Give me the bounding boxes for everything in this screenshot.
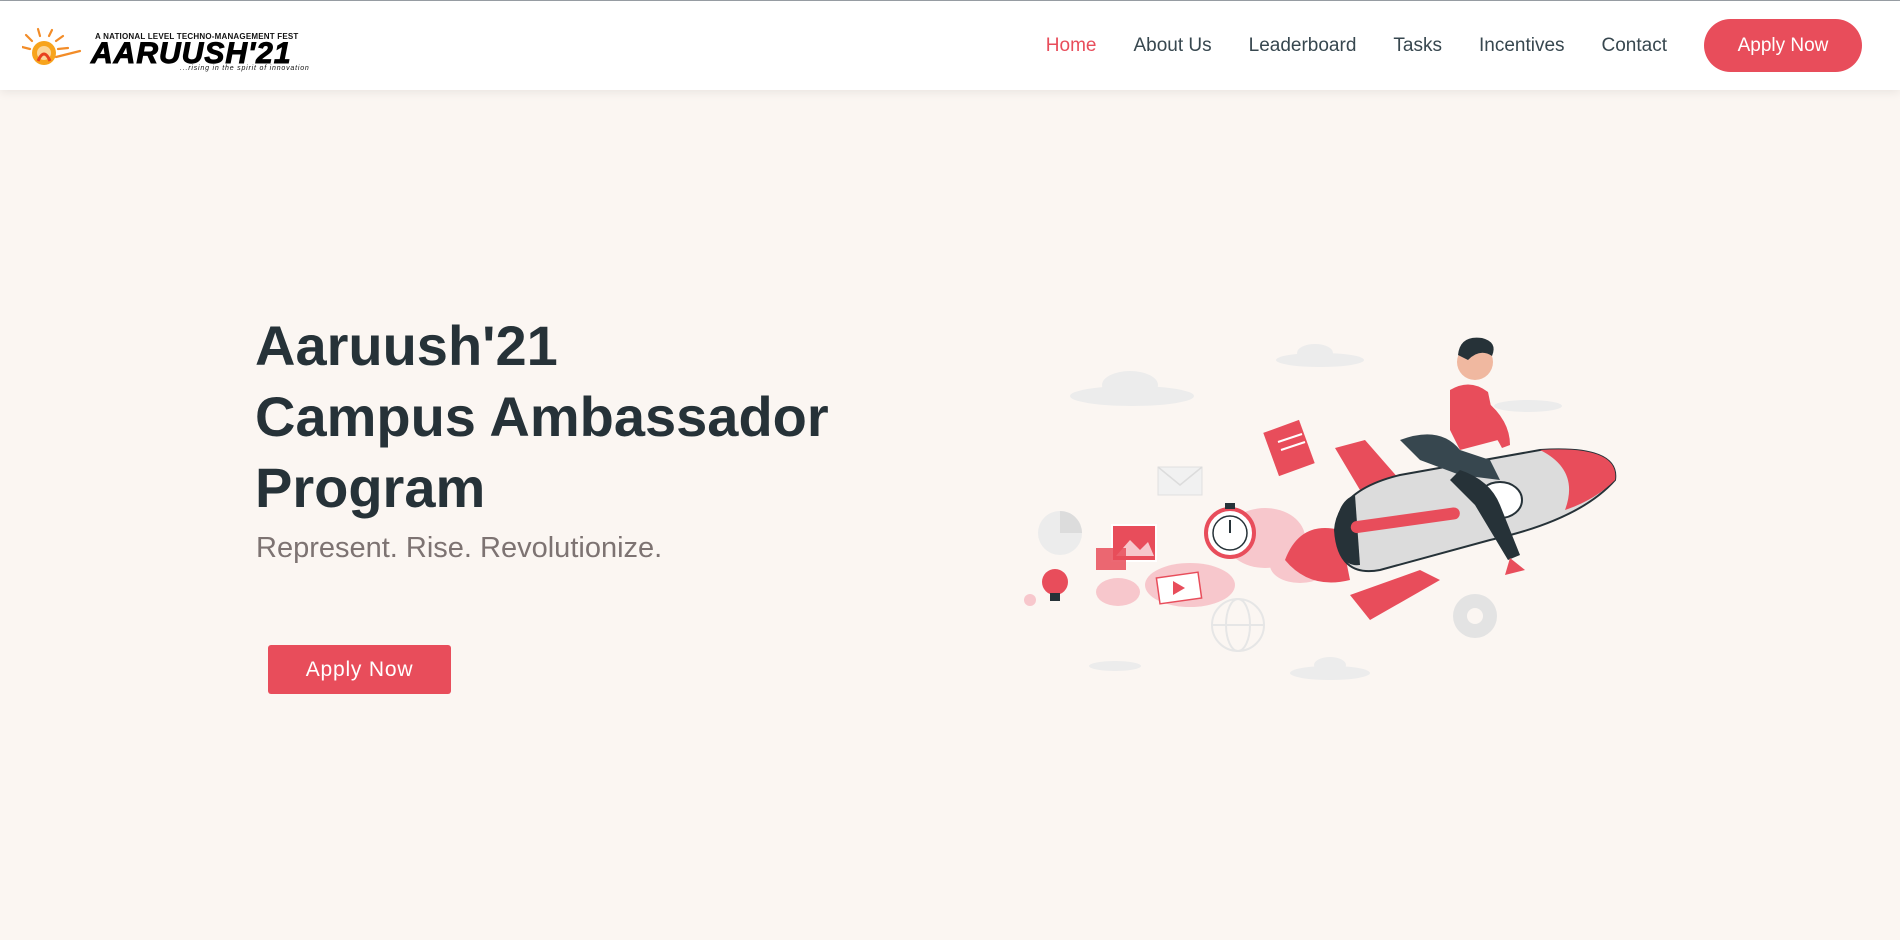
globe-icon xyxy=(1211,598,1265,652)
sun-logo-icon xyxy=(22,27,82,65)
image-icon xyxy=(1096,524,1157,570)
hero-title-line-1: Aaruush'21 xyxy=(255,314,558,377)
nav-about-us[interactable]: About Us xyxy=(1133,35,1211,57)
hero-title-line-2: Campus Ambassador xyxy=(255,385,829,448)
hero-title: Aaruush'21 Campus Ambassador Program xyxy=(255,310,829,523)
rocket-fin-icon xyxy=(1350,570,1440,620)
gear-icon xyxy=(1453,594,1497,638)
rocket-rider-illustration xyxy=(1024,337,1617,680)
site-header: A NATIONAL LEVEL TECHNO-MANAGEMENT FEST … xyxy=(0,1,1900,90)
pie-chart-icon xyxy=(1038,511,1082,555)
play-video-icon xyxy=(1155,571,1203,605)
hero-title-line-3: Program xyxy=(255,456,486,519)
header-apply-now-button[interactable]: Apply Now xyxy=(1704,19,1862,72)
main-nav: Home About Us Leaderboard Tasks Incentiv… xyxy=(1046,1,1900,90)
stopwatch-icon xyxy=(1204,503,1256,559)
nav-home[interactable]: Home xyxy=(1046,35,1097,57)
lightbulb-icon xyxy=(1042,569,1068,601)
hero-subtitle: Represent. Rise. Revolutionize. xyxy=(256,532,663,564)
document-icon xyxy=(1263,419,1315,477)
envelope-icon xyxy=(1157,466,1203,496)
nav-leaderboard[interactable]: Leaderboard xyxy=(1249,35,1357,57)
nav-tasks[interactable]: Tasks xyxy=(1393,35,1442,57)
logo-tagline: ...rising in the spirit of innovation xyxy=(180,65,310,72)
hero-apply-now-button[interactable]: Apply Now xyxy=(268,645,451,694)
nav-contact[interactable]: Contact xyxy=(1602,35,1667,57)
nav-incentives[interactable]: Incentives xyxy=(1479,35,1565,57)
brand-logo[interactable]: A NATIONAL LEVEL TECHNO-MANAGEMENT FEST … xyxy=(22,27,342,73)
